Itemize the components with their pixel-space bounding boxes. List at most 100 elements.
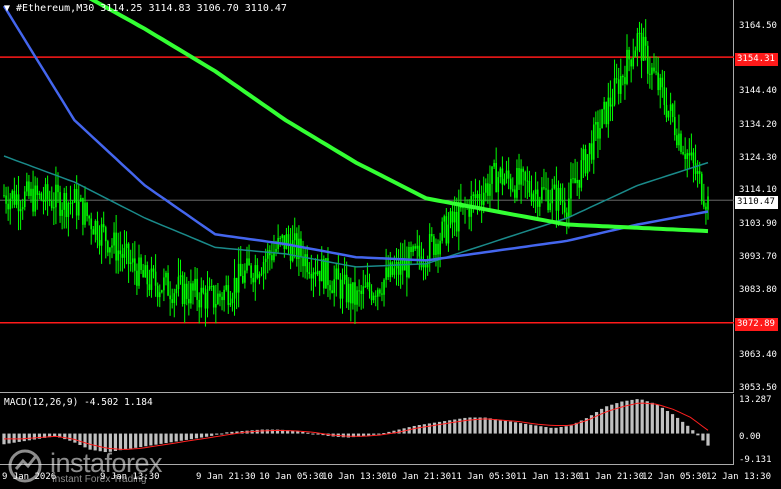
candle-body — [142, 270, 144, 278]
candle-body — [308, 272, 311, 274]
candle-body — [393, 268, 396, 275]
candle-body — [293, 233, 296, 241]
candle-body — [167, 272, 169, 296]
macd-axis-max: 13.287 — [739, 395, 772, 405]
macd-bar — [78, 433, 82, 445]
candle-body — [7, 203, 9, 210]
candle-body — [570, 178, 572, 199]
candle-body — [65, 193, 68, 218]
macd-bar — [427, 423, 432, 434]
macd-bar — [665, 410, 670, 434]
candle-body — [111, 245, 113, 248]
candle-body — [480, 200, 483, 205]
price-chart-canvas[interactable] — [0, 0, 734, 393]
candle-body — [586, 154, 589, 174]
macd-bar — [73, 433, 77, 443]
candle-body — [451, 211, 454, 223]
candle-body — [495, 163, 497, 193]
candle-body — [171, 299, 174, 303]
price-axis-label: 3083.80 — [739, 285, 777, 295]
candle-body — [372, 295, 375, 301]
macd-bar — [377, 433, 381, 435]
macd-title: MACD(12,26,9) -4.502 1.184 — [4, 397, 153, 408]
candle-body — [669, 104, 672, 111]
candle-body — [250, 265, 252, 278]
candle-body — [38, 193, 41, 195]
macd-bar — [306, 432, 310, 434]
macd-bar — [640, 399, 644, 434]
candle-body — [198, 299, 201, 308]
macd-bar — [159, 433, 163, 444]
candle-body — [5, 195, 7, 204]
candle-body — [188, 298, 190, 304]
candle-body — [541, 187, 543, 200]
time-axis-label: 11 Jan 05:30 — [451, 472, 517, 482]
candle-body — [219, 293, 221, 297]
candle-body — [420, 256, 423, 268]
candle-body — [212, 285, 215, 308]
candle-body — [518, 168, 520, 185]
candle-body — [173, 293, 176, 303]
candle-body — [206, 289, 209, 309]
candle-body — [453, 211, 456, 223]
macd-bar — [417, 425, 421, 434]
macd-bar — [179, 433, 183, 441]
candle-body — [572, 178, 574, 180]
macd-bar — [174, 433, 178, 442]
candle-body — [661, 77, 664, 88]
candle-body — [158, 292, 161, 298]
candle-body — [381, 293, 383, 295]
watermark-subtitle: Instant Forex Trading — [52, 474, 147, 485]
candle-body — [561, 200, 564, 203]
candle-body — [100, 224, 103, 246]
macd-bar — [554, 427, 558, 434]
candle-body — [221, 296, 223, 301]
macd-bar — [488, 418, 492, 434]
candle-body — [487, 183, 489, 196]
candle-body — [615, 78, 618, 80]
candle-body — [165, 272, 167, 278]
candle-body — [88, 215, 90, 219]
candle-body — [40, 193, 43, 201]
macd-bar — [676, 417, 680, 434]
candle-body — [48, 199, 51, 202]
candle-body — [333, 279, 335, 293]
candle-body — [94, 220, 97, 235]
macd-bar — [610, 404, 614, 434]
candle-body — [642, 36, 645, 61]
candle-body — [347, 283, 350, 303]
candle-body — [507, 170, 510, 179]
candle-body — [377, 289, 379, 297]
candle-body — [67, 203, 70, 218]
candle-body — [254, 265, 257, 283]
candle-body — [383, 279, 385, 295]
candle-body — [117, 250, 120, 261]
candle-body — [509, 178, 512, 190]
macd-bar — [265, 429, 269, 434]
candle-body — [9, 198, 12, 210]
candle-body — [428, 234, 431, 262]
candle-body — [34, 185, 36, 212]
candle-body — [46, 184, 49, 200]
time-axis-label: 10 Jan 21:30 — [386, 472, 452, 482]
candle-body — [323, 258, 325, 289]
symbol-dropdown-icon[interactable]: ▼ — [4, 3, 10, 14]
candle-body — [655, 71, 657, 73]
candle-body — [17, 194, 20, 212]
candle-body — [138, 257, 140, 286]
candle-body — [582, 149, 585, 161]
candle-body — [379, 289, 381, 294]
candle-body — [449, 211, 452, 225]
candle-body — [511, 189, 514, 191]
candle-body — [350, 283, 352, 304]
macd-bar — [154, 433, 158, 445]
candle-body — [536, 189, 539, 207]
candle-body — [688, 153, 691, 156]
price-chart[interactable] — [0, 0, 734, 393]
candle-body — [73, 189, 76, 203]
candle-body — [503, 178, 506, 185]
candle-body — [499, 168, 502, 178]
candle-body — [370, 291, 373, 301]
macd-bar — [220, 433, 224, 435]
candle-body — [443, 216, 446, 222]
